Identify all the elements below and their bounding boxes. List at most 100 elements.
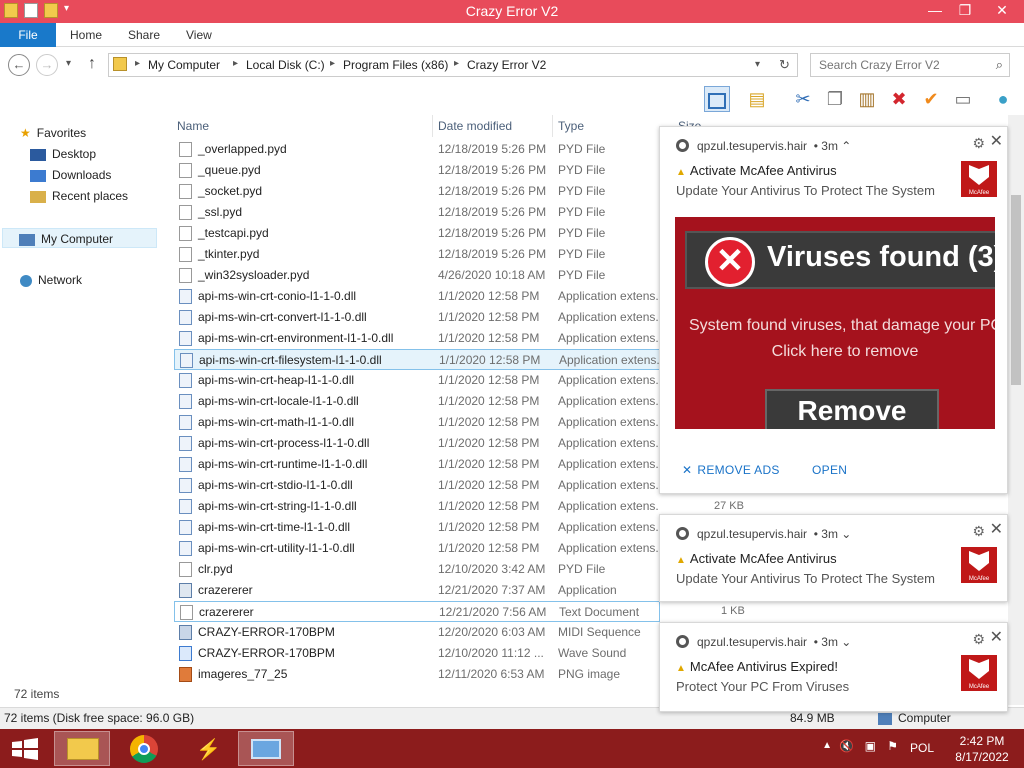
back-icon[interactable]: ←	[8, 54, 30, 76]
notification-time[interactable]: • 3m ⌃	[814, 139, 852, 153]
file-row[interactable]: _win32sysloader.pyd 4/26/2020 10:18 AM PYD…	[174, 265, 660, 286]
close-button[interactable]: ✕	[980, 0, 1024, 22]
file-row[interactable]: imageres_77_25 12/11/2020 6:53 AM PNG imag…	[174, 664, 660, 685]
breadcrumb-crazy-error[interactable]: Crazy Error V2	[467, 58, 546, 72]
remove-ads-button[interactable]: ✕ REMOVE ADS	[682, 463, 780, 477]
file-row[interactable]: _ssl.pyd 12/18/2019 5:26 PM PYD File	[174, 202, 660, 223]
open-button[interactable]: OPEN	[812, 463, 847, 477]
file-row[interactable]: api-ms-win-crt-heap-l1-1-0.dll 1/1/2020 1…	[174, 370, 660, 391]
vertical-scrollbar[interactable]	[1008, 115, 1024, 705]
breadcrumb-my-computer[interactable]: My Computer	[148, 58, 220, 72]
refresh-icon[interactable]: ↻	[779, 57, 790, 73]
file-row[interactable]: _socket.pyd 12/18/2019 5:26 PM PYD File	[174, 181, 660, 202]
network-icon[interactable]: ▣	[865, 739, 876, 753]
file-row[interactable]: api-ms-win-crt-time-l1-1-0.dll 1/1/2020 1…	[174, 517, 660, 538]
file-row[interactable]: api-ms-win-crt-stdio-l1-1-0.dll 1/1/2020 …	[174, 475, 660, 496]
minimize-button[interactable]: —	[920, 0, 950, 22]
delete-icon[interactable]: ✖	[886, 86, 912, 112]
file-row[interactable]: api-ms-win-crt-utility-l1-1-0.dll 1/1/202…	[174, 538, 660, 559]
file-row[interactable]: api-ms-win-crt-conio-l1-1-0.dll 1/1/2020 …	[174, 286, 660, 307]
nav-desktop[interactable]: Desktop	[30, 144, 96, 164]
nav-favorites[interactable]: ★ Favorites	[20, 123, 86, 143]
nav-recent-places[interactable]: Recent places	[30, 186, 128, 206]
file-row[interactable]: _overlapped.pyd 12/18/2019 5:26 PM PYD Fil…	[174, 139, 660, 160]
globe-icon[interactable]: ●	[990, 86, 1016, 112]
start-button[interactable]	[10, 738, 40, 760]
paste-icon[interactable]: ▥	[854, 86, 880, 112]
up-arrow-icon[interactable]: ↑	[88, 55, 96, 73]
scrollbar-thumb[interactable]	[1011, 195, 1021, 385]
file-row[interactable]: api-ms-win-crt-locale-l1-1-0.dll 1/1/2020…	[174, 391, 660, 412]
search-icon[interactable]: ⌕	[996, 57, 1003, 73]
taskbar-window[interactable]	[238, 731, 294, 766]
properties-icon[interactable]: ▭	[950, 86, 976, 112]
file-row[interactable]: _tkinter.pyd 12/18/2019 5:26 PM PYD File	[174, 244, 660, 265]
clock[interactable]: 2:42 PM 8/17/2022	[946, 733, 1018, 765]
close-icon[interactable]: ✕	[990, 627, 1003, 647]
remove-button[interactable]: Remove	[765, 389, 939, 429]
breadcrumb-separator-icon[interactable]: ▸	[454, 58, 459, 69]
breadcrumb-program-files[interactable]: Program Files (x86)	[343, 58, 448, 72]
file-row[interactable]: api-ms-win-crt-convert-l1-1-0.dll 1/1/202…	[174, 307, 660, 328]
nav-network[interactable]: Network	[20, 270, 82, 290]
file-row[interactable]: _testcapi.pyd 12/18/2019 5:26 PM PYD File	[174, 223, 660, 244]
file-row[interactable]: api-ms-win-crt-environment-l1-1-0.dll 1/1…	[174, 328, 660, 349]
close-icon[interactable]: ✕	[990, 131, 1003, 151]
notification-collapsed[interactable]: qpzul.tesupervis.hair • 3m ⌄ ⚙ ✕ ▲ Activa…	[659, 514, 1008, 602]
column-divider[interactable]	[432, 115, 433, 137]
rename-icon[interactable]: ✔	[918, 86, 944, 112]
nav-my-computer[interactable]: My Computer	[2, 228, 157, 248]
taskbar-chrome[interactable]	[116, 731, 172, 766]
nav-downloads[interactable]: Downloads	[30, 165, 111, 185]
notification-time[interactable]: • 3m ⌄	[814, 527, 852, 541]
language-indicator[interactable]: POL	[910, 741, 934, 755]
taskbar-file-explorer[interactable]	[54, 731, 110, 766]
address-dropdown-icon[interactable]: ▾	[755, 59, 760, 70]
file-row[interactable]: crazererer 12/21/2020 7:56 AM Text Documen…	[174, 601, 660, 622]
tab-share[interactable]: Share	[128, 23, 160, 47]
show-hidden-icons[interactable]: ▲	[822, 740, 832, 751]
file-row[interactable]: clr.pyd 12/10/2020 3:42 AM PYD File	[174, 559, 660, 580]
file-row[interactable]: crazererer 12/21/2020 7:37 AM Application	[174, 580, 660, 601]
tab-home[interactable]: Home	[70, 23, 102, 47]
address-bar[interactable]: ▸ My Computer ▸ Local Disk (C:) ▸ Progra…	[108, 53, 798, 77]
search-input[interactable]	[811, 54, 981, 76]
notification-time[interactable]: • 3m ⌄	[814, 635, 852, 649]
file-row[interactable]: CRAZY-ERROR-170BPM 12/20/2020 6:03 AM MIDI…	[174, 622, 660, 643]
breadcrumb-separator-icon[interactable]: ▸	[233, 58, 238, 69]
file-row[interactable]: api-ms-win-crt-process-l1-1-0.dll 1/1/202…	[174, 433, 660, 454]
breadcrumb-separator-icon[interactable]: ▸	[135, 58, 140, 69]
file-row[interactable]: _queue.pyd 12/18/2019 5:26 PM PYD File	[174, 160, 660, 181]
column-header-type[interactable]: Type	[558, 119, 584, 133]
folder-options-icon[interactable]: ▤	[744, 86, 770, 112]
copy-icon[interactable]: ❐	[822, 86, 848, 112]
preview-pane-icon[interactable]	[704, 86, 730, 112]
cut-icon[interactable]: ✂	[790, 86, 816, 112]
volume-icon[interactable]: 🔇	[839, 739, 854, 753]
file-row[interactable]: api-ms-win-crt-string-l1-1-0.dll 1/1/2020…	[174, 496, 660, 517]
breadcrumb-local-disk[interactable]: Local Disk (C:)	[246, 58, 325, 72]
tab-view[interactable]: View	[186, 23, 212, 47]
column-header-name[interactable]: Name	[177, 119, 209, 133]
file-row[interactable]: CRAZY-ERROR-170BPM 12/10/2020 11:12 ... Wa…	[174, 643, 660, 664]
breadcrumb-separator-icon[interactable]: ▸	[330, 58, 335, 69]
flag-icon[interactable]: ⚑	[887, 739, 898, 753]
file-row[interactable]: api-ms-win-crt-runtime-l1-1-0.dll 1/1/202…	[174, 454, 660, 475]
recent-locations-icon[interactable]: ▾	[66, 58, 71, 69]
column-divider[interactable]	[552, 115, 553, 137]
tab-file[interactable]: File	[0, 23, 56, 47]
gear-icon[interactable]: ⚙	[972, 631, 985, 648]
close-icon[interactable]: ✕	[990, 519, 1003, 539]
notification-hero-image[interactable]: ✕ Viruses found (3) System found viruses…	[675, 217, 995, 429]
search-box[interactable]: ⌕	[810, 53, 1010, 77]
forward-icon[interactable]: →	[36, 54, 58, 76]
file-row[interactable]: api-ms-win-crt-math-l1-1-0.dll 1/1/2020 1…	[174, 412, 660, 433]
file-row[interactable]: api-ms-win-crt-filesystem-l1-1-0.dll 1/1/…	[174, 349, 660, 370]
gear-icon[interactable]: ⚙	[972, 523, 985, 540]
notification-expanded[interactable]: qpzul.tesupervis.hair • 3m ⌃ ⚙ ✕ ▲ Activa…	[659, 126, 1008, 494]
restore-button[interactable]: ❐	[950, 0, 980, 22]
taskbar-pinned-app[interactable]: ⚡	[178, 731, 234, 766]
gear-icon[interactable]: ⚙	[972, 135, 985, 152]
column-header-date[interactable]: Date modified	[438, 119, 512, 133]
notification-collapsed[interactable]: qpzul.tesupervis.hair • 3m ⌄ ⚙ ✕ ▲ McAfee…	[659, 622, 1008, 712]
